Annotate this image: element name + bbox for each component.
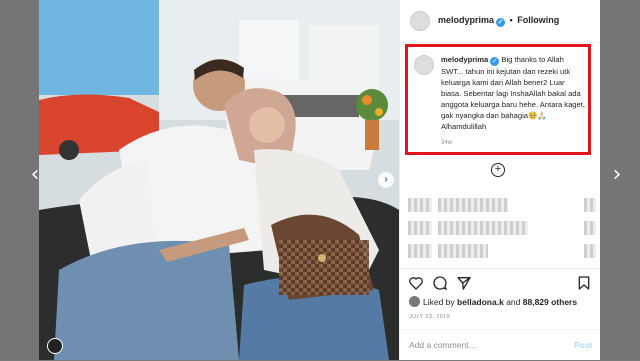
liker-username[interactable]: belladona.k	[457, 297, 504, 307]
blurred-comment-row	[408, 244, 598, 258]
post-header: melodyprima ✓ • Following	[400, 0, 600, 43]
caption-author-avatar[interactable]	[414, 55, 434, 75]
blurred-comment-row	[408, 198, 598, 212]
post-modal: › melodyprima ✓ • Following melodyprima ✓ …	[39, 0, 600, 360]
post-date[interactable]: JULY 23, 2019	[409, 314, 450, 320]
comment-bar: Add a comment... Post	[400, 329, 600, 361]
tagged-user-icon[interactable]	[47, 338, 63, 354]
bookmark-icon[interactable]	[576, 275, 592, 291]
blurred-text	[438, 221, 528, 235]
author-avatar[interactable]	[410, 11, 430, 31]
blurred-comment-row	[408, 221, 598, 235]
photo-illustration	[39, 0, 399, 360]
likes-count[interactable]: 88,829 others	[523, 297, 577, 307]
caption-timestamp[interactable]: 34w	[441, 140, 452, 146]
post-comment-button[interactable]: Post	[574, 340, 592, 350]
heart-icon[interactable]	[408, 275, 424, 291]
share-icon[interactable]	[456, 275, 472, 291]
caption-highlight-box: melodyprima ✓ Big thanks to Allah SWT... …	[405, 44, 591, 155]
load-more-comments-icon[interactable]: +	[491, 163, 505, 177]
caption-verified-badge-icon: ✓	[490, 57, 500, 66]
likes-line: Liked by belladona.k and 88,829 others	[409, 296, 577, 307]
photo-next-arrow-icon[interactable]: ›	[378, 172, 394, 188]
following-button[interactable]: Following	[517, 15, 559, 25]
caption-text: Big thanks to Allah SWT... tahun ini kej…	[441, 55, 585, 131]
comment-icon[interactable]	[432, 275, 448, 291]
blurred-like	[584, 244, 596, 258]
likes-prefix: Liked by	[423, 297, 455, 307]
caption-username[interactable]: melodyprima	[441, 55, 488, 64]
next-post-arrow-icon[interactable]: ›	[608, 164, 626, 186]
blurred-avatar	[408, 198, 432, 212]
comment-input[interactable]: Add a comment...	[409, 340, 476, 350]
post-side-panel: melodyprima ✓ • Following melodyprima ✓ Bi…	[399, 0, 600, 360]
caption: melodyprima ✓ Big thanks to Allah SWT... …	[441, 54, 587, 132]
verified-badge-icon: ✓	[496, 18, 506, 27]
author-username[interactable]: melodyprima	[438, 15, 494, 25]
post-photo[interactable]: ›	[39, 0, 399, 360]
separator-dot: •	[509, 15, 513, 25]
blurred-like	[584, 221, 596, 235]
likes-and: and	[506, 297, 521, 307]
action-bar	[400, 268, 600, 297]
header-user-line: melodyprima ✓ • Following	[438, 15, 559, 27]
blurred-like	[584, 198, 596, 212]
blurred-avatar	[408, 221, 432, 235]
blurred-text	[438, 198, 508, 212]
blurred-text	[438, 244, 488, 258]
blurred-avatar	[408, 244, 432, 258]
liker-avatar[interactable]	[409, 296, 420, 307]
